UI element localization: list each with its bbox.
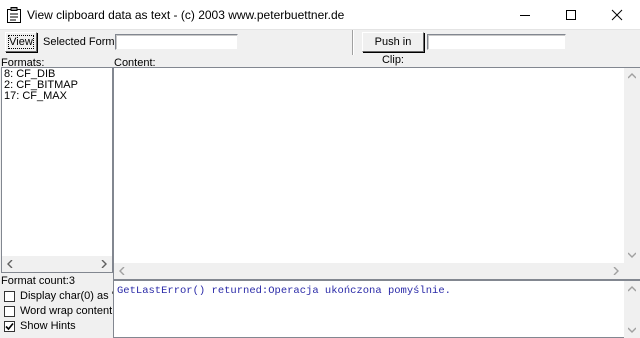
status-vertical-scrollbar[interactable] (624, 281, 640, 338)
display-char0-checkbox[interactable] (4, 290, 15, 302)
scroll-right-icon[interactable] (608, 263, 624, 279)
selected-format-input[interactable] (115, 34, 238, 50)
toolbar: View Selected Format: Push in Clip: (0, 30, 640, 66)
scroll-down-icon[interactable] (624, 322, 640, 338)
status-message: GetLastError() returned:Operacja ukończo… (117, 285, 451, 297)
show-hints-option[interactable]: Show Hints (4, 319, 76, 333)
status-output[interactable]: GetLastError() returned:Operacja ukończo… (113, 280, 640, 338)
toolbar-divider (352, 30, 354, 55)
push-in-clip-button[interactable]: Push in Clip: (362, 32, 424, 66)
content-textarea[interactable] (113, 67, 640, 280)
clipboard-app-icon (7, 7, 21, 23)
push-in-clip-input[interactable] (427, 34, 566, 50)
minimize-icon (520, 15, 530, 16)
maximize-icon (566, 10, 576, 20)
display-char0-option[interactable]: Display char(0) as '#' (4, 289, 122, 303)
scroll-right-icon[interactable] (96, 256, 112, 272)
scroll-up-icon[interactable] (624, 281, 640, 297)
show-hints-checkbox[interactable] (4, 320, 15, 332)
title-bar: View clipboard data as text - (c) 2003 w… (0, 0, 640, 30)
display-char0-label: Display char(0) as '#' (20, 290, 123, 302)
scrollbar-corner (624, 263, 640, 279)
scroll-down-icon[interactable] (624, 247, 640, 263)
minimize-button[interactable] (502, 0, 548, 30)
formats-list[interactable]: 8: CF_DIB 2: CF_BITMAP 17: CF_MAX (1, 67, 113, 273)
word-wrap-option[interactable]: Word wrap content (4, 304, 112, 318)
word-wrap-label: Word wrap content (20, 305, 113, 317)
word-wrap-checkbox[interactable] (4, 305, 15, 317)
content-horizontal-scrollbar[interactable] (114, 263, 624, 279)
formats-horizontal-scrollbar[interactable] (2, 256, 112, 272)
list-item[interactable]: 17: CF_MAX (4, 91, 110, 102)
checkmark-icon (5, 322, 14, 330)
scroll-left-icon[interactable] (2, 256, 18, 272)
show-hints-label: Show Hints (20, 320, 76, 332)
scroll-left-icon[interactable] (114, 263, 130, 279)
close-button[interactable] (594, 0, 640, 30)
scroll-up-icon[interactable] (624, 68, 640, 84)
format-count-label: Format count:3 (1, 275, 75, 287)
window-title: View clipboard data as text - (c) 2003 w… (27, 8, 345, 22)
content-vertical-scrollbar[interactable] (624, 68, 640, 263)
view-button[interactable]: View (5, 32, 37, 52)
maximize-button[interactable] (548, 0, 594, 30)
close-icon (611, 9, 623, 21)
